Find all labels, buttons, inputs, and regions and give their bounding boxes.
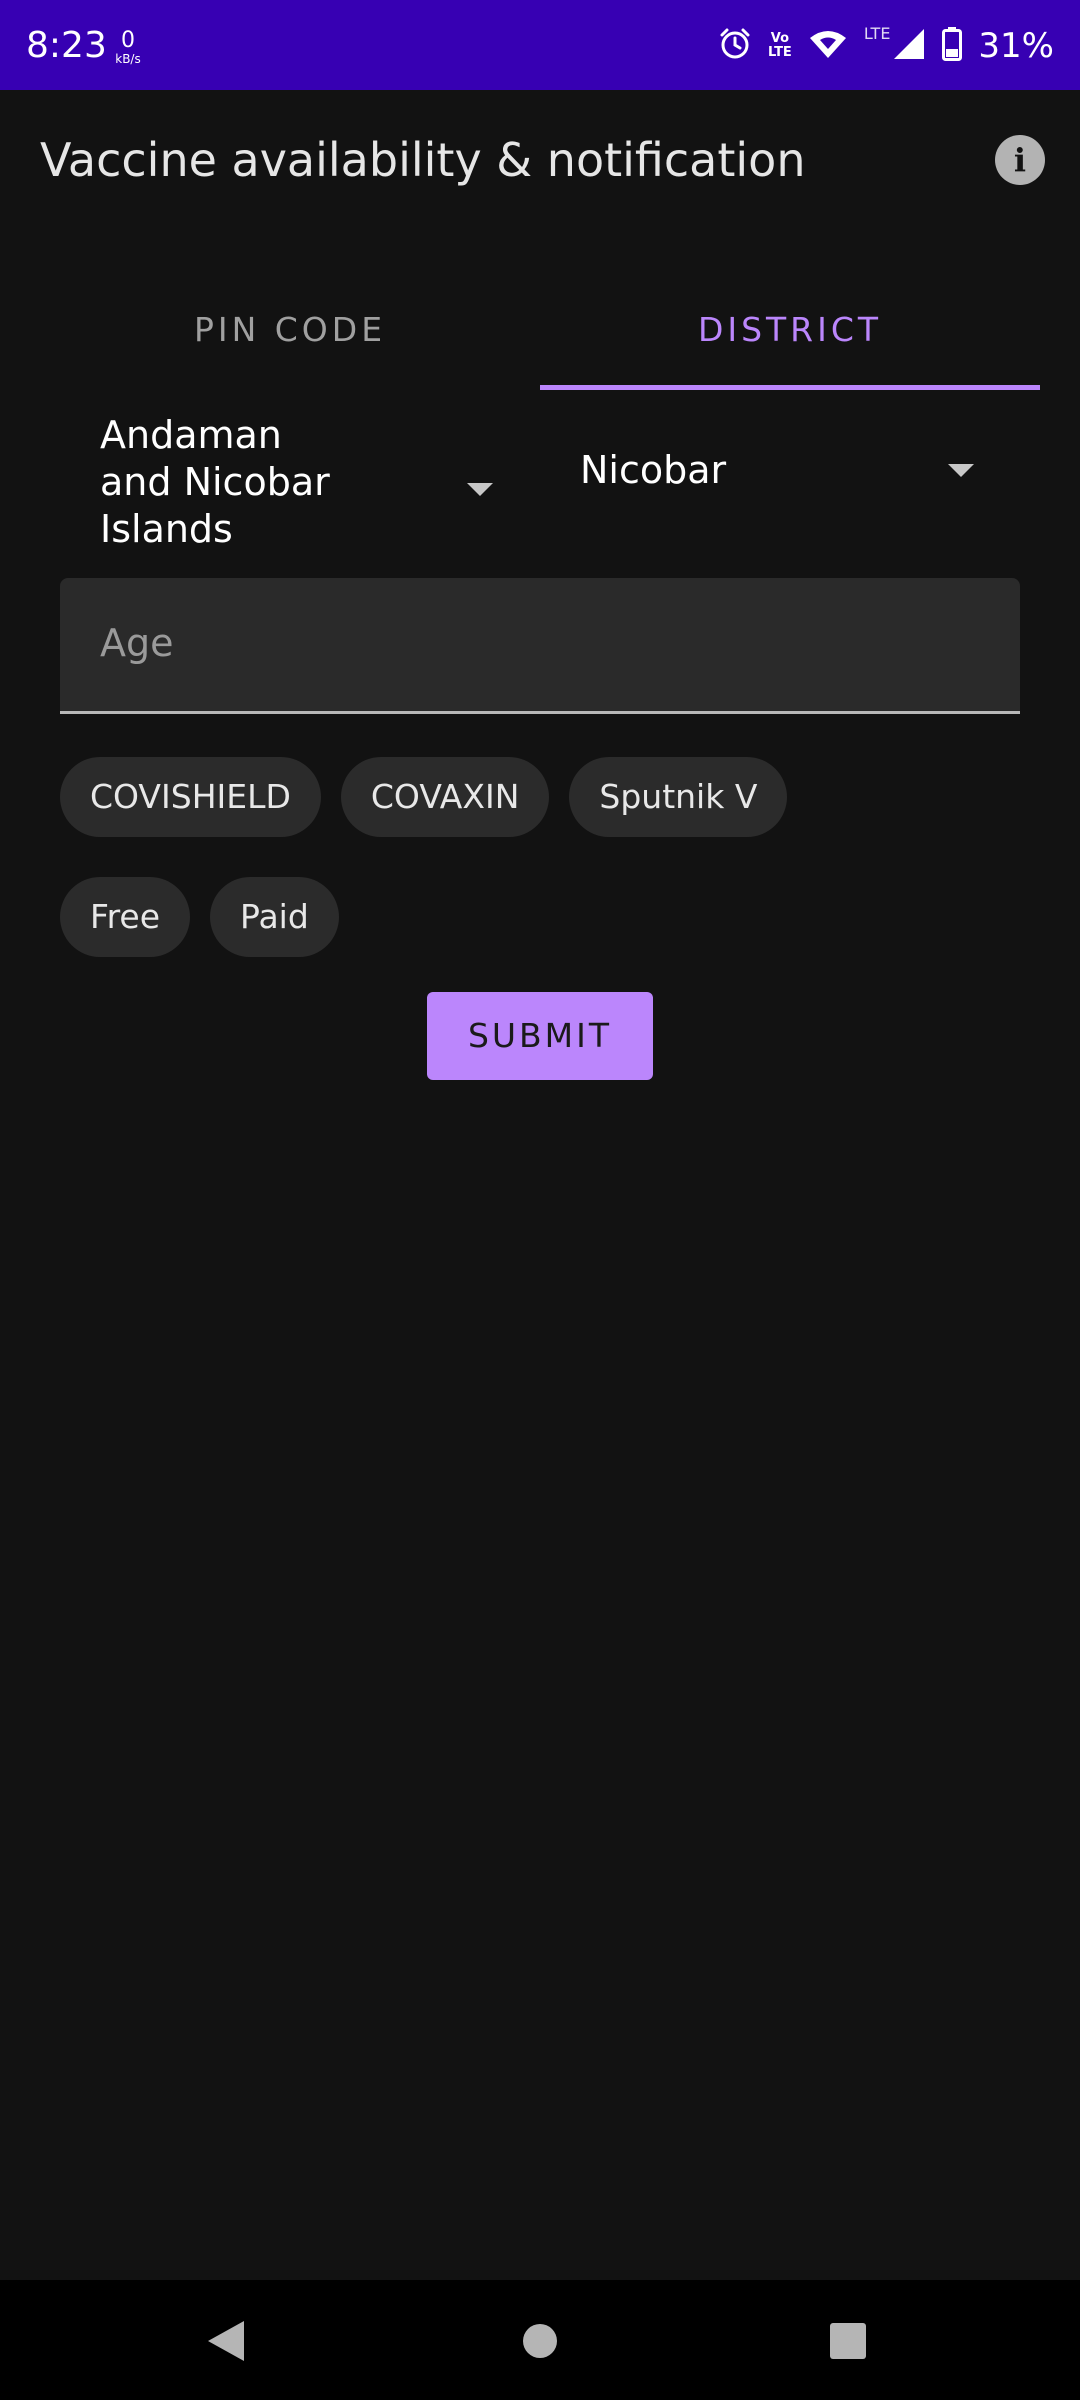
state-dropdown[interactable]: Andaman and Nicobar Islands [100,412,493,562]
chip-paid[interactable]: Paid [210,877,339,957]
district-dropdown[interactable]: Nicobar [580,440,980,500]
age-field-container [60,578,1020,714]
network-speed-value: 0 [121,28,135,53]
app-bar: Vaccine availability & notification i [0,90,1080,230]
wifi-icon [808,28,848,64]
status-bar: 8:23 0 kB/s Vo LTE LTE 31% [0,0,1080,90]
volte-bottom-label: LTE [767,45,792,60]
chip-covishield[interactable]: COVISHIELD [60,757,321,837]
volte-icon: Vo LTE [768,32,792,60]
back-icon[interactable] [208,2321,244,2361]
status-time: 8:23 [26,25,107,66]
chevron-down-icon [948,464,974,477]
tab-indicator [540,385,1040,390]
age-input[interactable] [100,608,980,678]
submit-button[interactable]: SUBMIT [427,992,653,1080]
fee-chip-group: Free Paid [60,877,339,957]
chip-free[interactable]: Free [60,877,191,957]
volte-top-label: Vo [770,31,790,46]
recents-icon[interactable] [830,2323,866,2359]
lte-label: LTE [863,24,891,43]
tab-bar: PIN CODE DISTRICT [40,280,1040,390]
signal-icon [892,27,926,65]
chevron-down-icon [467,483,493,496]
battery-percent: 31% [978,26,1054,66]
alarm-icon [718,27,752,65]
status-icons: Vo LTE LTE 31% [718,26,1054,66]
district-dropdown-value: Nicobar [580,448,727,492]
page-title: Vaccine availability & notification [40,133,806,187]
tab-district[interactable]: DISTRICT [540,280,1040,390]
navigation-bar [0,2280,1080,2400]
info-icon[interactable]: i [995,135,1045,185]
tab-pin-code[interactable]: PIN CODE [40,280,540,390]
home-icon[interactable] [523,2324,557,2358]
vaccine-chip-group: COVISHIELD COVAXIN Sputnik V [60,757,788,837]
chip-covaxin[interactable]: COVAXIN [340,757,550,837]
chip-sputnik-v[interactable]: Sputnik V [569,757,788,837]
network-speed-unit: kB/s [115,52,141,66]
network-speed: 0 kB/s [110,28,146,67]
battery-icon [942,27,963,65]
state-dropdown-value: Andaman and Nicobar Islands [100,413,330,551]
